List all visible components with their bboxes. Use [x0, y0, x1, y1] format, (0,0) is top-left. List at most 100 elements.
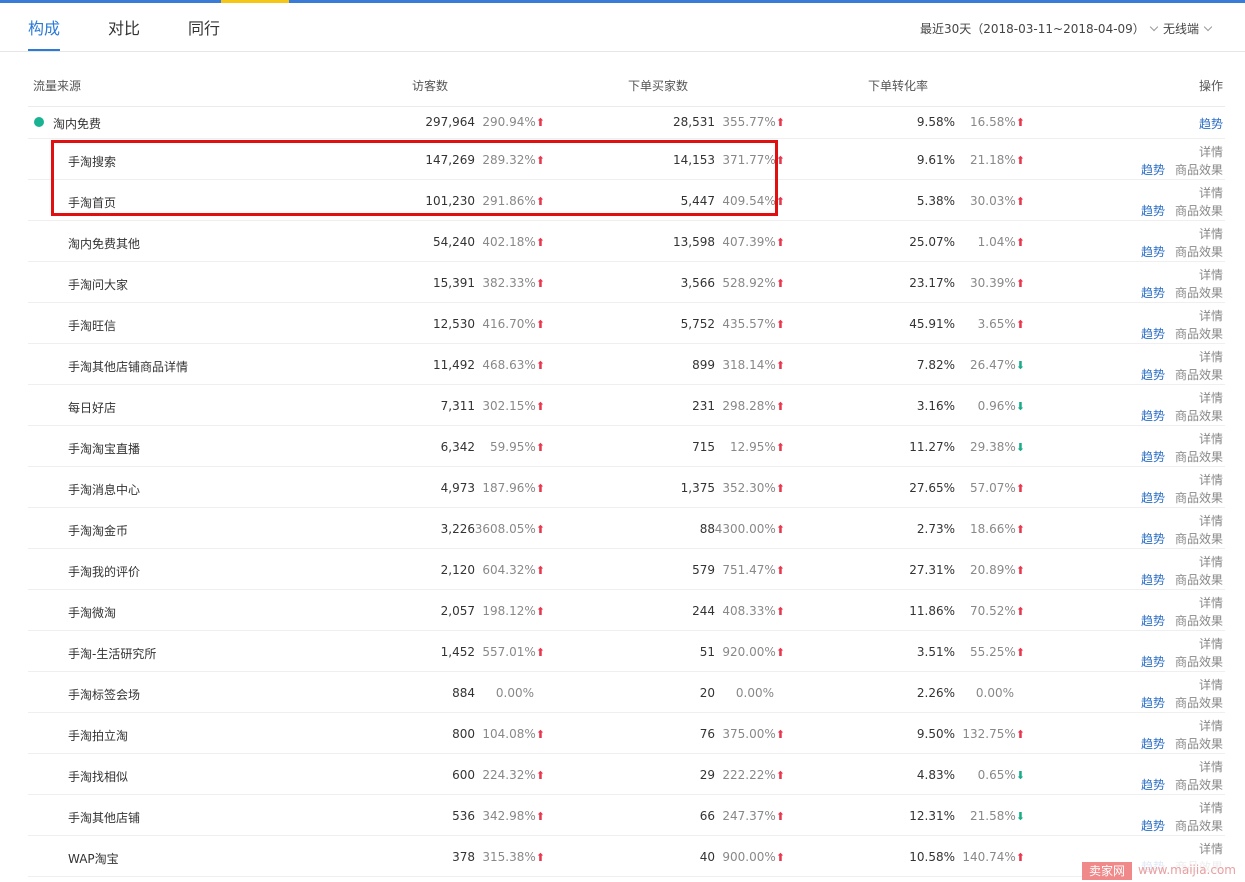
detail-link[interactable]: 详情 — [1199, 553, 1223, 570]
trend-link[interactable]: 趋势 — [1141, 694, 1165, 711]
column-buyers[interactable]: 下单买家数 — [628, 77, 688, 94]
trend-link[interactable]: 趋势 — [1141, 817, 1165, 834]
source-name: 手淘淘宝直播 — [68, 442, 141, 456]
product-effect-link[interactable]: 商品效果 — [1175, 366, 1223, 383]
product-effect-link[interactable]: 商品效果 — [1175, 161, 1223, 178]
detail-link[interactable]: 详情 — [1199, 635, 1223, 652]
buyers-change-value: 920.00% — [722, 645, 776, 659]
product-effect-link[interactable]: 商品效果 — [1175, 325, 1223, 342]
buyers-change-value: 0.00% — [735, 686, 774, 700]
detail-link[interactable]: 详情 — [1199, 799, 1223, 816]
product-effect-link[interactable]: 商品效果 — [1175, 284, 1223, 301]
detail-link[interactable]: 详情 — [1199, 512, 1223, 529]
arrow-up-icon: ⬆ — [775, 482, 785, 495]
trend-link[interactable]: 趋势 — [1141, 161, 1165, 178]
buyers-change-value: 298.28% — [722, 399, 776, 413]
arrow-up-icon: ⬆ — [535, 523, 545, 536]
conversion-change: 21.58%⬇ — [970, 809, 1025, 823]
tab-bar: 构成 对比 同行 最近30天（2018-03-11~2018-04-09） 无线… — [0, 3, 1245, 52]
product-effect-link[interactable]: 商品效果 — [1175, 489, 1223, 506]
visitors-value: 6,342 — [440, 440, 475, 454]
conversion-change-value: 140.74% — [962, 850, 1016, 864]
trend-link[interactable]: 趋势 — [1141, 284, 1165, 301]
detail-link[interactable]: 详情 — [1199, 840, 1223, 857]
trend-link[interactable]: 趋势 — [1141, 407, 1165, 424]
buyers-change: 528.92%⬆ — [722, 276, 785, 290]
detail-link[interactable]: 详情 — [1199, 143, 1223, 160]
trend-link[interactable]: 趋势 — [1141, 366, 1165, 383]
device-dropdown[interactable]: 无线端 — [1163, 20, 1213, 37]
product-effect-link[interactable]: 商品效果 — [1175, 243, 1223, 260]
product-effect-link[interactable]: 商品效果 — [1175, 448, 1223, 465]
product-effect-link[interactable]: 商品效果 — [1175, 202, 1223, 219]
source-name: 手淘其他店铺商品详情 — [68, 360, 189, 374]
product-effect-link[interactable]: 商品效果 — [1175, 571, 1223, 588]
arrow-up-icon: ⬆ — [775, 359, 785, 372]
visitors-change-value: 104.08% — [482, 727, 536, 741]
product-effect-link[interactable]: 商品效果 — [1175, 694, 1223, 711]
conversion-value: 5.38% — [916, 194, 955, 208]
watermark: 卖家网 www.maijia.com — [1082, 860, 1245, 882]
trend-link[interactable]: 趋势 — [1141, 612, 1165, 629]
visitors-change: 198.12%⬆ — [482, 604, 545, 618]
conversion-change-value: 18.66% — [970, 522, 1016, 536]
table-row: 手淘旺信 12,530 416.70%⬆ 5,752 435.57%⬆ 45.91% 3.6… — [28, 303, 1225, 344]
detail-link[interactable]: 详情 — [1199, 266, 1223, 283]
trend-link[interactable]: 趋势 — [1141, 243, 1165, 260]
column-conversion[interactable]: 下单转化率 — [868, 77, 928, 94]
detail-link[interactable]: 详情 — [1199, 389, 1223, 406]
product-effect-link[interactable]: 商品效果 — [1175, 817, 1223, 834]
tab-compare[interactable]: 对比 — [108, 15, 140, 39]
detail-link[interactable]: 详情 — [1199, 676, 1223, 693]
detail-link[interactable]: 详情 — [1199, 348, 1223, 365]
arrow-up-icon: ⬆ — [775, 646, 785, 659]
conversion-value: 7.82% — [916, 358, 955, 372]
arrow-up-icon: ⬆ — [1015, 605, 1025, 618]
trend-link[interactable]: 趋势 — [1141, 776, 1165, 793]
visitors-change-value: 224.32% — [482, 768, 536, 782]
buyers-value: 5,447 — [680, 194, 715, 208]
conversion-change: 21.18%⬆ — [970, 153, 1025, 167]
detail-link[interactable]: 详情 — [1199, 717, 1223, 734]
trend-link[interactable]: 趋势 — [1141, 325, 1165, 342]
detail-link[interactable]: 详情 — [1199, 307, 1223, 324]
product-effect-link[interactable]: 商品效果 — [1175, 407, 1223, 424]
detail-link[interactable]: 详情 — [1199, 184, 1223, 201]
source-name: 手淘-生活研究所 — [68, 647, 157, 661]
visitors-change-value: 342.98% — [482, 809, 536, 823]
detail-link[interactable]: 详情 — [1199, 471, 1223, 488]
buyers-change: 355.77%⬆ — [722, 115, 785, 129]
tab-composition[interactable]: 构成 — [28, 15, 60, 39]
trend-link[interactable]: 趋势 — [1141, 202, 1165, 219]
detail-link[interactable]: 详情 — [1199, 758, 1223, 775]
detail-link[interactable]: 详情 — [1199, 594, 1223, 611]
visitors-value: 54,240 — [433, 235, 475, 249]
trend-link[interactable]: 趋势 — [1199, 115, 1223, 132]
detail-link[interactable]: 详情 — [1199, 430, 1223, 447]
column-visitors[interactable]: 访客数 — [412, 77, 448, 94]
column-source: 流量来源 — [33, 79, 82, 93]
buyers-change: 920.00%⬆ — [722, 645, 785, 659]
date-range-dropdown[interactable]: 最近30天（2018-03-11~2018-04-09） — [920, 20, 1159, 37]
conversion-value: 3.51% — [916, 645, 955, 659]
detail-link[interactable]: 详情 — [1199, 225, 1223, 242]
product-effect-link[interactable]: 商品效果 — [1175, 776, 1223, 793]
product-effect-link[interactable]: 商品效果 — [1175, 530, 1223, 547]
conversion-change: 20.89%⬆ — [970, 563, 1025, 577]
product-effect-link[interactable]: 商品效果 — [1175, 735, 1223, 752]
trend-link[interactable]: 趋势 — [1141, 489, 1165, 506]
trend-link[interactable]: 趋势 — [1141, 735, 1165, 752]
trend-link[interactable]: 趋势 — [1141, 448, 1165, 465]
trend-link[interactable]: 趋势 — [1141, 571, 1165, 588]
tab-peers[interactable]: 同行 — [188, 15, 220, 39]
table-row: WAP淘宝 378 315.38%⬆ 40 900.00%⬆ 10.58% 140.74%⬆… — [28, 836, 1225, 877]
product-effect-link[interactable]: 商品效果 — [1175, 612, 1223, 629]
trend-link[interactable]: 趋势 — [1141, 653, 1165, 670]
visitors-value: 147,269 — [425, 153, 475, 167]
visitors-change-value: 402.18% — [482, 235, 536, 249]
source-name: 手淘首页 — [68, 196, 117, 210]
trend-link[interactable]: 趋势 — [1141, 530, 1165, 547]
arrow-up-icon: ⬆ — [1015, 154, 1025, 167]
arrow-up-icon: ⬆ — [775, 851, 785, 864]
product-effect-link[interactable]: 商品效果 — [1175, 653, 1223, 670]
